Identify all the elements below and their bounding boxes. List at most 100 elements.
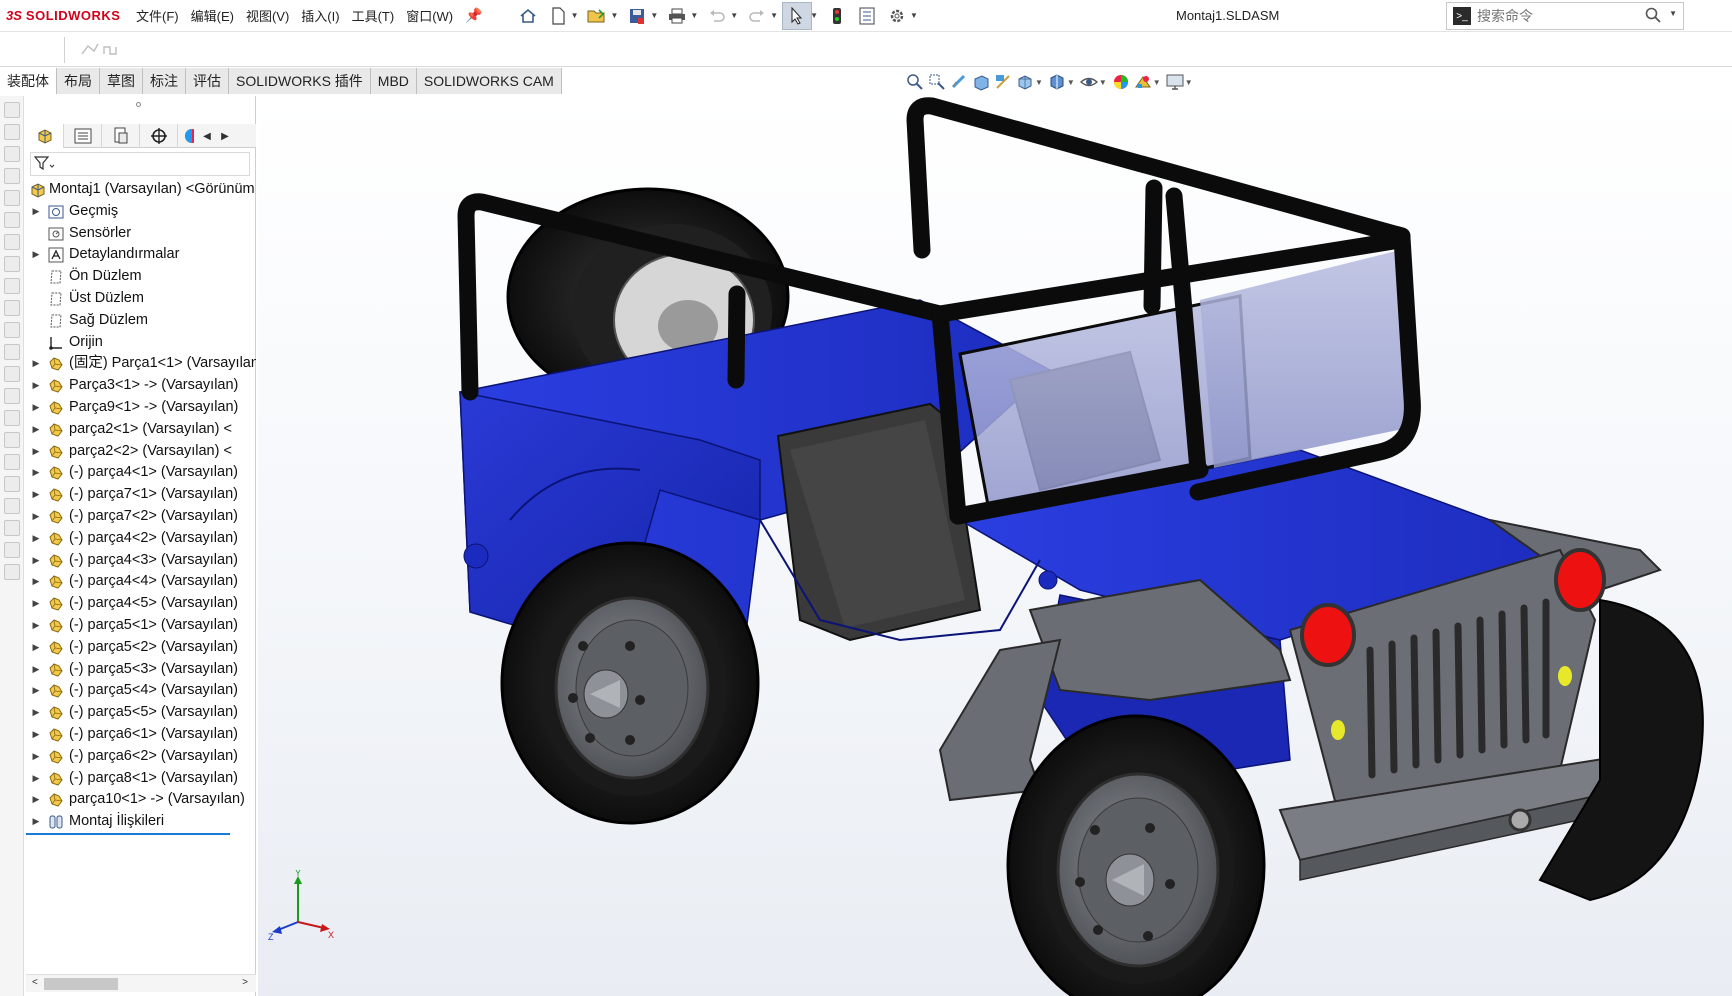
expand-arrow-icon[interactable]: ▶ [30, 550, 42, 572]
tree-node[interactable]: ▶ Montaj İlişkileri [26, 811, 256, 833]
chevron-down-icon[interactable]: ▼ [910, 11, 918, 20]
menu-item[interactable]: 视图(V) [240, 0, 295, 32]
dimxpert-manager-tab[interactable] [140, 124, 178, 148]
graphics-area[interactable]: Y X Z [258, 96, 1732, 996]
horizontal-scrollbar[interactable]: < > [26, 974, 256, 992]
expand-arrow-icon[interactable]: ▶ [30, 637, 42, 659]
menu-item[interactable]: 工具(T) [346, 0, 401, 32]
scroll-right-icon[interactable]: > [242, 977, 248, 988]
pin-icon[interactable]: 📌 [459, 7, 488, 24]
chevron-down-icon[interactable]: ▼ [1035, 78, 1043, 87]
command-tab[interactable]: 标注 [143, 68, 186, 94]
tree-root-assembly[interactable]: Montaj1 (Varsayılan) <Görünüm [26, 179, 256, 201]
jeep-assembly-model[interactable] [258, 96, 1732, 996]
dynamic-annotation-icon[interactable] [992, 72, 1014, 92]
save-icon[interactable] [622, 2, 652, 30]
command-tab[interactable]: MBD [370, 68, 417, 94]
tree-node[interactable]: ▶ (-) parça4<3> (Varsayılan) [26, 550, 256, 572]
menu-item[interactable]: 插入(I) [295, 0, 345, 32]
view-settings-icon[interactable] [1164, 72, 1186, 92]
apply-scene-icon[interactable] [1132, 72, 1154, 92]
chevron-down-icon[interactable]: ▼ [610, 11, 618, 20]
command-tab[interactable]: SOLIDWORKS 插件 [229, 68, 371, 94]
expand-arrow-icon[interactable]: ▶ [30, 462, 42, 484]
redo-icon[interactable] [742, 2, 772, 30]
expand-arrow-icon[interactable]: ▶ [30, 484, 42, 506]
tree-node[interactable]: ▶ Parça9<1> -> (Varsayılan) [26, 397, 256, 419]
new-document-icon[interactable] [543, 2, 573, 30]
expand-arrow-icon[interactable]: ▶ [30, 768, 42, 790]
expand-arrow-icon[interactable]: ▶ [30, 441, 42, 463]
expand-arrow-icon[interactable]: ▶ [30, 746, 42, 768]
tree-node[interactable]: ▶ parça2<2> (Varsayılan) < [26, 441, 256, 463]
expand-arrow-icon[interactable]: ▶ [30, 353, 42, 375]
task-pane-icon[interactable] [4, 476, 20, 492]
chevron-down-icon[interactable]: ▼ [690, 11, 698, 20]
tree-node[interactable]: ▶ (-) parça6<1> (Varsayılan) [26, 724, 256, 746]
menu-item[interactable]: 窗口(W) [400, 0, 459, 32]
tree-node[interactable]: ▶ (-) parça5<1> (Varsayılan) [26, 615, 256, 637]
tree-node[interactable]: ▶ Detaylandırmalar [26, 244, 256, 266]
tree-node[interactable]: ▶ parça10<1> -> (Varsayılan) [26, 789, 256, 811]
front-left-wheel[interactable] [1006, 714, 1266, 996]
tree-node[interactable]: Orijin [26, 332, 256, 354]
print-icon[interactable] [662, 2, 692, 30]
chevron-down-icon[interactable]: ▼ [650, 11, 658, 20]
command-tab[interactable]: SOLIDWORKS CAM [416, 68, 562, 94]
expand-arrow-icon[interactable]: ▶ [30, 506, 42, 528]
task-pane-icon[interactable] [4, 124, 20, 140]
tab-scroll-left-icon[interactable]: ◀ [198, 124, 216, 148]
expand-arrow-icon[interactable]: ▶ [30, 375, 42, 397]
tree-node[interactable]: ▶ (-) parça7<1> (Varsayılan) [26, 484, 256, 506]
command-tab[interactable]: 草图 [100, 68, 143, 94]
task-pane-icon[interactable] [4, 322, 20, 338]
tree-node[interactable]: ▶ (固定) Parça1<1> (Varsayılan) [26, 353, 256, 375]
expand-arrow-icon[interactable]: ▶ [30, 724, 42, 746]
search-commands[interactable]: >_ ▼ [1446, 2, 1684, 30]
hide-show-items-icon[interactable] [1078, 72, 1100, 92]
command-tab[interactable]: 评估 [186, 68, 229, 94]
tree-filter[interactable] [30, 152, 250, 176]
tree-node[interactable]: Ön Düzlem [26, 266, 256, 288]
menu-item[interactable]: 编辑(E) [185, 0, 240, 32]
tree-node[interactable]: ▶ (-) parça5<2> (Varsayılan) [26, 637, 256, 659]
task-pane-icon[interactable] [4, 300, 20, 316]
undo-icon[interactable] [702, 2, 732, 30]
section-view-icon[interactable] [970, 72, 992, 92]
chevron-down-icon[interactable]: ▼ [770, 11, 778, 20]
tab-scroll-right-icon[interactable]: ▶ [216, 124, 234, 148]
task-pane-icon[interactable] [4, 190, 20, 206]
expand-arrow-icon[interactable]: ▶ [30, 811, 42, 833]
command-tab[interactable]: 布局 [57, 68, 100, 94]
expand-arrow-icon[interactable]: ▶ [30, 397, 42, 419]
expand-arrow-icon[interactable]: ▶ [30, 571, 42, 593]
task-pane-icon[interactable] [4, 366, 20, 382]
chevron-down-icon[interactable]: ▼ [810, 11, 818, 20]
task-pane-icon[interactable] [4, 102, 20, 118]
filter-icon[interactable] [33, 155, 56, 174]
tree-node[interactable]: Üst Düzlem [26, 288, 256, 310]
task-pane-icon[interactable] [4, 344, 20, 360]
tree-node[interactable]: Sensörler [26, 223, 256, 245]
task-pane-icon[interactable] [4, 410, 20, 426]
task-pane-icon[interactable] [4, 454, 20, 470]
menu-item[interactable]: 文件(F) [130, 0, 185, 32]
task-pane-icon[interactable] [4, 520, 20, 536]
task-pane-icon[interactable] [4, 234, 20, 250]
task-pane-icon[interactable] [4, 432, 20, 448]
chevron-down-icon[interactable]: ▼ [571, 11, 579, 20]
task-pane-icon[interactable] [4, 212, 20, 228]
rebuild-icon[interactable] [822, 2, 852, 30]
tree-node[interactable]: ▶ Geçmiş [26, 201, 256, 223]
tree-node[interactable]: ▶ parça2<1> (Varsayılan) < [26, 419, 256, 441]
tree-node[interactable]: ▶ (-) parça4<5> (Varsayılan) [26, 593, 256, 615]
chevron-down-icon[interactable]: ▼ [1185, 78, 1193, 87]
scroll-left-icon[interactable]: < [32, 977, 38, 988]
task-pane-icon[interactable] [4, 278, 20, 294]
tree-node[interactable]: ▶ (-) parça5<4> (Varsayılan) [26, 680, 256, 702]
chevron-down-icon[interactable]: ▼ [1669, 9, 1677, 18]
task-pane-icon[interactable] [4, 146, 20, 162]
tree-node[interactable]: ▶ (-) parça4<2> (Varsayılan) [26, 528, 256, 550]
tree-node[interactable]: ▶ (-) parça7<2> (Varsayılan) [26, 506, 256, 528]
tree-node[interactable]: ▶ Parça3<1> -> (Varsayılan) [26, 375, 256, 397]
